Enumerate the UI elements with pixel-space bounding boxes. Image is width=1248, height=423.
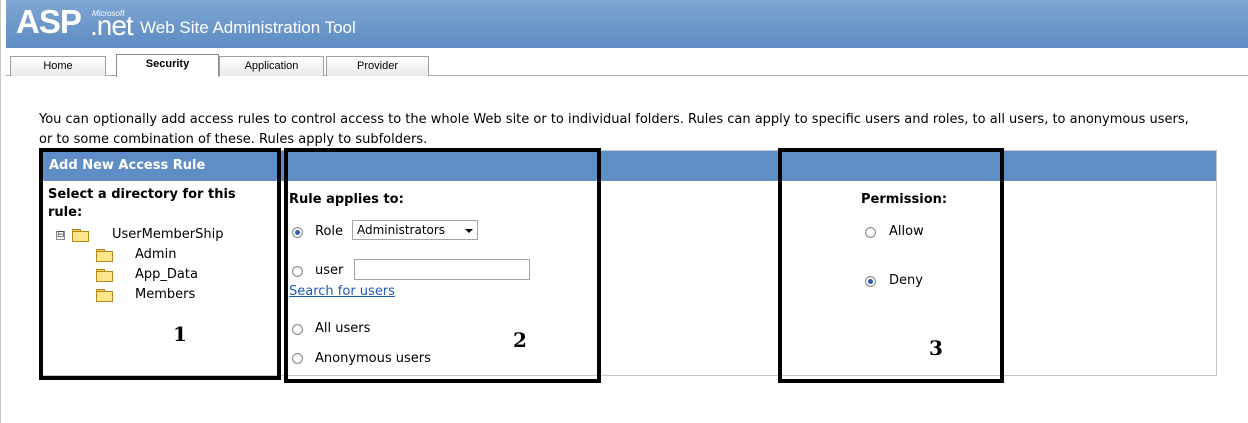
tab-bar: Home Security Application Provider <box>6 48 1248 77</box>
tab-home[interactable]: Home <box>10 56 106 76</box>
tab-application[interactable]: Application <box>219 56 324 76</box>
intro-text: You can optionally add access rules to c… <box>39 112 1189 147</box>
annotation-number-2: 2 <box>513 328 527 352</box>
annotation-number-3: 3 <box>929 336 943 360</box>
tab-provider[interactable]: Provider <box>326 56 429 76</box>
annotation-number-1: 1 <box>173 322 187 346</box>
logo-asp-text: ASP <box>16 3 82 40</box>
tab-security[interactable]: Security <box>116 54 219 77</box>
app-header: ASP Microsoft .net Web Site Administrati… <box>6 0 1248 48</box>
annotation-box-1 <box>39 148 281 380</box>
annotation-box-2 <box>284 148 601 383</box>
app-title: Web Site Administration Tool <box>140 18 356 37</box>
logo-net-text: .net <box>90 10 134 41</box>
annotation-box-3 <box>778 148 1004 383</box>
